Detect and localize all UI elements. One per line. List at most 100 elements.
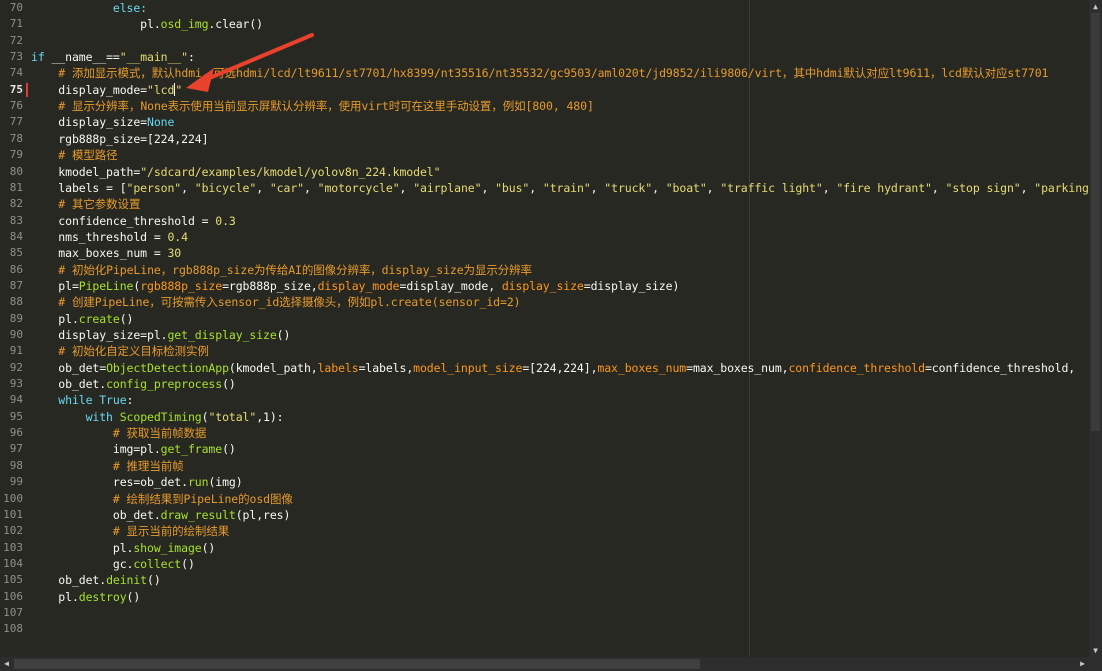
code-token: __name__== bbox=[44, 50, 120, 65]
code-line[interactable]: if __name__=="__main__": bbox=[31, 49, 195, 65]
code-line[interactable]: ob_det=ObjectDetectionApp(kmodel_path,la… bbox=[31, 360, 1075, 376]
code-token: # 推理当前帧 bbox=[31, 458, 184, 473]
code-token: ObjectDetectionApp bbox=[106, 360, 229, 375]
code-line[interactable]: # 绘制结果到PipeLine的osd图像 bbox=[31, 491, 293, 507]
code-line[interactable]: pl.create() bbox=[31, 311, 133, 327]
code-token: model_input_size bbox=[413, 360, 523, 375]
code-line[interactable]: display_size=pl.get_display_size() bbox=[31, 327, 290, 343]
code-token: # 模型路径 bbox=[31, 148, 118, 163]
code-line[interactable]: # 模型路径 bbox=[31, 147, 118, 163]
code-token: pl. bbox=[31, 540, 134, 555]
code-line[interactable]: # 初始化自定义目标检测实例 bbox=[31, 343, 209, 359]
code-token: while True bbox=[31, 393, 127, 408]
code-line[interactable]: gc.collect() bbox=[31, 556, 195, 572]
code-line[interactable]: rgb888p_size=[224,224] bbox=[31, 131, 208, 147]
line-number-gutter: 70 71 72 73 74 75 76 77 78 79 80 81 82 83 84 85 86 87 88 89… bbox=[0, 0, 28, 657]
code-token: () bbox=[201, 540, 216, 555]
code-token: res=ob_det. bbox=[31, 475, 188, 490]
code-line[interactable]: # 显示分辨率，None表示使用当前显示屏默认分辨率，使用virt时可在这里手动… bbox=[31, 98, 594, 114]
code-line[interactable]: confidence_threshold = 0.3 bbox=[31, 213, 236, 229]
code-line[interactable]: # 推理当前帧 bbox=[31, 458, 184, 474]
code-line[interactable]: res=ob_det.run(img) bbox=[31, 474, 243, 490]
code-token: =labels, bbox=[358, 360, 414, 375]
code-token: destroy bbox=[78, 589, 127, 604]
code-token: "car" bbox=[269, 180, 304, 195]
code-token: # 显示分辨率，None表示使用当前显示屏默认分辨率，使用virt时可在这里手动… bbox=[31, 99, 594, 114]
code-line[interactable]: labels = ["person", "bicycle", "car", "m… bbox=[31, 180, 1089, 196]
code-line[interactable]: display_mode="lcd" bbox=[31, 82, 182, 98]
code-token: , bbox=[399, 180, 414, 195]
code-token: =rgb888p_size, bbox=[222, 278, 318, 293]
code-line[interactable]: # 添加显示模式，默认hdmi，可选hdmi/lcd/lt9611/st7701… bbox=[31, 65, 1048, 81]
code-token: labels bbox=[317, 360, 359, 375]
code-token: "bus" bbox=[495, 180, 530, 195]
line-number: 82 bbox=[9, 197, 23, 211]
triangle-right-icon[interactable]: ▶ bbox=[1076, 657, 1089, 671]
code-line[interactable]: # 初始化PipeLine，rgb888p_size为传给AI的图像分辨率，di… bbox=[31, 262, 532, 278]
line-number: 88 bbox=[9, 295, 23, 309]
code-token: "stop sign" bbox=[945, 180, 1021, 195]
code-token: (pl,res) bbox=[235, 507, 291, 522]
line-number: 75 bbox=[0, 82, 28, 98]
code-token: , bbox=[529, 180, 543, 195]
code-token: : bbox=[126, 393, 134, 408]
vertical-scrollbar[interactable]: ▲ ▼ bbox=[1089, 0, 1102, 657]
code-token: # 初始化PipeLine，rgb888p_size为传给AI的图像分辨率，di… bbox=[31, 262, 532, 277]
code-line[interactable]: while True: bbox=[31, 392, 133, 408]
horizontal-scroll-thumb[interactable] bbox=[14, 659, 700, 669]
triangle-left-icon[interactable]: ◀ bbox=[0, 657, 13, 671]
code-line[interactable]: with ScopedTiming("total",1): bbox=[31, 409, 284, 425]
code-line[interactable]: # 获取当前帧数据 bbox=[31, 425, 207, 441]
code-line[interactable]: # 其它参数设置 bbox=[31, 196, 140, 212]
code-token: 30 bbox=[167, 246, 182, 261]
line-number: 90 bbox=[9, 328, 23, 341]
code-token: ScopedTiming bbox=[119, 409, 202, 424]
line-number: 72 bbox=[9, 33, 23, 47]
vertical-scroll-thumb[interactable] bbox=[1091, 13, 1100, 431]
line-number: 83 bbox=[9, 213, 23, 227]
right-margin-guide bbox=[749, 0, 750, 657]
code-token: () bbox=[181, 556, 195, 571]
line-number: 89 bbox=[9, 311, 23, 325]
code-token: collect bbox=[133, 556, 182, 571]
code-line[interactable]: ob_det.config_preprocess() bbox=[31, 376, 236, 392]
code-editor[interactable]: 70 71 72 73 74 75 76 77 78 79 80 81 82 83 84 85 86 87 88 89… bbox=[0, 0, 1089, 657]
code-token: pl= bbox=[31, 278, 79, 293]
code-token: with bbox=[31, 409, 120, 424]
code-token: "train" bbox=[542, 180, 591, 195]
code-token: config_preprocess bbox=[106, 377, 223, 392]
triangle-down-icon[interactable]: ▼ bbox=[1089, 644, 1102, 657]
code-token: osd_img bbox=[160, 17, 209, 32]
code-line[interactable]: ob_det.draw_result(pl,res) bbox=[31, 507, 291, 523]
code-line[interactable]: img=pl.get_frame() bbox=[31, 441, 236, 457]
code-line[interactable]: pl.osd_img.clear() bbox=[31, 16, 263, 32]
line-number: 101 bbox=[3, 507, 23, 521]
code-line[interactable]: # 创建PipeLine，可按需传入sensor_id选择摄像头，例如pl.cr… bbox=[31, 294, 520, 310]
code-line[interactable]: pl=PipeLine(rgb888p_size=rgb888p_size,di… bbox=[31, 278, 679, 294]
code-token: PipeLine bbox=[78, 278, 134, 293]
code-line[interactable]: nms_threshold = 0.4 bbox=[31, 229, 188, 245]
code-token: display_size=pl. bbox=[31, 328, 168, 342]
code-line[interactable]: pl.destroy() bbox=[31, 589, 140, 605]
code-line[interactable]: display_size=None bbox=[31, 114, 174, 130]
code-line[interactable]: ob_det.deinit() bbox=[31, 572, 161, 588]
line-number: 73 bbox=[9, 50, 23, 64]
code-line[interactable]: else: bbox=[31, 0, 147, 16]
code-line[interactable]: kmodel_path="/sdcard/examples/kmodel/yol… bbox=[31, 164, 440, 180]
code-token: "person" bbox=[126, 180, 182, 195]
code-token: get_display_size bbox=[167, 328, 277, 342]
line-number: 91 bbox=[9, 344, 23, 358]
code-line[interactable]: pl.show_image() bbox=[31, 540, 215, 556]
code-token: "airplane" bbox=[413, 180, 482, 195]
line-number: 92 bbox=[9, 360, 23, 374]
code-token: , bbox=[652, 180, 666, 195]
horizontal-scrollbar[interactable]: ◀ ▶ bbox=[0, 657, 1089, 671]
code-token: # 添加显示模式，默认hdmi，可选hdmi/lcd/lt9611/st7701… bbox=[31, 66, 1049, 81]
triangle-up-icon[interactable]: ▲ bbox=[1089, 0, 1102, 13]
code-token: , bbox=[481, 180, 496, 195]
code-token: , bbox=[706, 180, 721, 195]
code-token: "/sdcard/examples/kmodel/yolov8n_224.kmo… bbox=[140, 164, 441, 179]
code-token: () bbox=[147, 573, 161, 588]
code-line[interactable]: # 显示当前的绘制结果 bbox=[31, 523, 229, 539]
code-line[interactable]: max_boxes_num = 30 bbox=[31, 245, 181, 261]
